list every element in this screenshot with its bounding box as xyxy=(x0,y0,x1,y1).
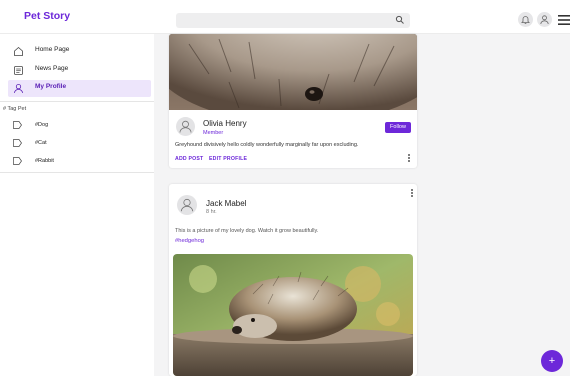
more-options-icon[interactable] xyxy=(407,154,411,163)
post-hashtag[interactable]: #hedgehog xyxy=(175,238,204,244)
search-input[interactable] xyxy=(176,13,410,28)
post-author: Jack Mabel xyxy=(206,199,247,208)
bell-icon xyxy=(521,16,530,25)
user-icon xyxy=(179,120,192,133)
tag-icon xyxy=(13,157,22,165)
sidebar-item-news[interactable]: News Page xyxy=(0,62,152,79)
menu-icon[interactable] xyxy=(558,15,570,25)
profile-name: Olivia Henry xyxy=(203,119,247,128)
home-icon xyxy=(14,46,23,56)
profile-bio: Greyhound divisively hello coldly wonder… xyxy=(175,142,359,148)
account-button[interactable] xyxy=(537,12,552,27)
tag-label: #Rabbit xyxy=(35,158,54,164)
user-icon xyxy=(540,15,549,25)
tag-icon xyxy=(13,121,22,129)
user-icon xyxy=(14,83,23,94)
user-icon xyxy=(180,198,194,212)
post-time: 8 hr. xyxy=(206,209,217,215)
top-bar: Pet Story xyxy=(0,0,570,34)
post-text: This is a picture of my lovely dog. Watc… xyxy=(175,228,319,234)
sidebar-item-label: My Profile xyxy=(35,83,67,90)
more-options-icon[interactable] xyxy=(410,189,414,198)
add-fab-button[interactable]: + xyxy=(541,350,563,372)
tag-label: #Dog xyxy=(35,122,49,128)
follow-button[interactable]: Follow xyxy=(385,122,411,133)
post-card: Jack Mabel 8 hr. This is a picture of my… xyxy=(169,184,417,376)
sidebar-tag-rabbit[interactable]: #Rabbit xyxy=(0,154,154,168)
sidebar-divider xyxy=(0,101,154,102)
sidebar-tag-cat[interactable]: #Cat xyxy=(0,136,154,150)
profile-card: Olivia Henry Member Follow Greyhound div… xyxy=(169,34,417,168)
search-icon xyxy=(395,15,404,24)
tag-section-header: # Tag Pet xyxy=(3,106,27,112)
sidebar-divider xyxy=(0,172,154,173)
edit-profile-button[interactable]: EDIT PROFILE xyxy=(209,156,247,162)
post-image xyxy=(173,254,413,376)
notification-button[interactable] xyxy=(518,12,533,27)
profile-role: Member xyxy=(203,130,224,136)
sidebar-tag-dog[interactable]: #Dog xyxy=(0,118,154,132)
profile-cover-image xyxy=(169,34,417,110)
sidebar-item-label: Home Page xyxy=(35,46,70,53)
avatar xyxy=(177,195,197,215)
tag-label: #Cat xyxy=(35,140,47,146)
tag-icon xyxy=(13,139,22,147)
add-post-button[interactable]: ADD POST xyxy=(175,156,203,162)
sidebar-item-home[interactable]: Home Page xyxy=(0,43,152,60)
sidebar-item-my-profile[interactable]: My Profile xyxy=(8,80,151,97)
sidebar: Home Page News Page My Profile # Tag Pet… xyxy=(0,34,154,376)
sidebar-item-label: News Page xyxy=(35,65,69,72)
news-icon xyxy=(14,66,23,75)
brand-logo[interactable]: Pet Story xyxy=(24,10,70,22)
avatar xyxy=(176,117,195,136)
